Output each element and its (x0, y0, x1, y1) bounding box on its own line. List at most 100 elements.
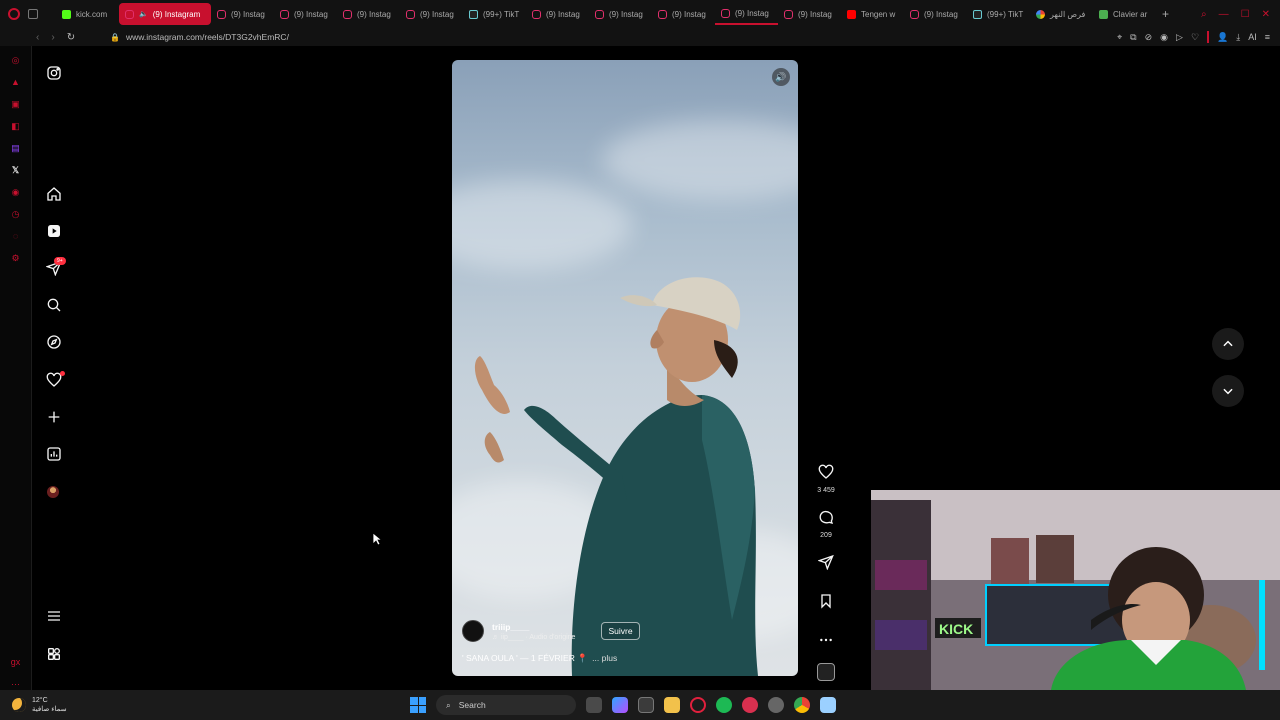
sidebar-twitch-icon[interactable]: ▤ (10, 142, 22, 154)
comment-count: 209 (820, 532, 832, 539)
sidebar-player-icon[interactable]: ◉ (10, 186, 22, 198)
sidebar-messenger-icon[interactable]: ▣ (10, 98, 22, 110)
chrome-icon[interactable] (794, 697, 810, 713)
close-icon[interactable]: ✕ (1262, 9, 1270, 20)
screen: kick.com 🔈 (9) Instagram (9) Instag (9) Inst… (0, 0, 1280, 720)
tab-label: (9) Instag (735, 8, 769, 18)
author-avatar[interactable] (462, 620, 484, 642)
browser-tab[interactable]: (9) Instag (337, 3, 400, 25)
camera-icon[interactable]: ◉ (1160, 32, 1168, 43)
browser-tab[interactable]: 🔈 (9) Instagram (119, 3, 211, 25)
task-view-icon[interactable] (586, 697, 602, 713)
browser-tab[interactable]: (9) Instag (652, 3, 715, 25)
workspaces-icon[interactable] (28, 9, 38, 19)
home-icon[interactable] (46, 186, 62, 202)
sidebar-more-icon[interactable]: ··· (10, 678, 22, 690)
audio-label[interactable]: ♬ iip____ · Audio d'origine (492, 634, 575, 641)
dashboard-icon[interactable] (46, 446, 62, 462)
browser-tab[interactable]: (9) Instag (400, 3, 463, 25)
browser-tab[interactable]: (9) Instag (715, 3, 778, 25)
sidebar-opera-icon[interactable]: ◎ (10, 54, 22, 66)
ai-icon[interactable]: AI (1248, 32, 1257, 42)
browser-tab[interactable]: (99+) TikT (967, 3, 1030, 25)
browser-tab[interactable]: (9) Instag (211, 3, 274, 25)
instagram-icon (343, 9, 352, 19)
browser-tab[interactable]: (9) Instag (589, 3, 652, 25)
reel-actions: 3 459 209 (812, 464, 840, 681)
app-blue-icon[interactable] (820, 697, 836, 713)
bookmark-icon[interactable] (818, 593, 834, 614)
volume-icon[interactable]: 🔊 (772, 68, 790, 86)
copilot-icon[interactable] (612, 697, 628, 713)
taskbar-search[interactable]: ⌕ Search (436, 695, 576, 715)
search-icon[interactable] (46, 297, 62, 313)
browser-tab[interactable]: فرص النهر (1030, 3, 1093, 25)
author-username[interactable]: triiip____ (492, 622, 575, 632)
opera-gx-icon[interactable] (690, 697, 706, 713)
tab-label: kick.com (76, 9, 108, 19)
sidebar-shop-icon[interactable]: ▲ (10, 76, 22, 88)
search-tabs-icon[interactable]: ⌕ (1201, 9, 1207, 20)
opera-menu-icon[interactable] (8, 8, 20, 20)
browser-tab[interactable]: Tengen w (841, 3, 904, 25)
instagram-icon (784, 9, 793, 19)
url-field[interactable]: www.instagram.com/reels/DT3G2vhEmRC/ (126, 32, 1117, 42)
forward-icon[interactable]: › (51, 32, 54, 43)
spotify-icon[interactable] (716, 697, 732, 713)
sidebar-history-icon[interactable]: ◷ (10, 208, 22, 220)
tab-audio-icon[interactable]: 🔈 (139, 10, 148, 18)
sidebar-x-icon[interactable]: 𝕏 (10, 164, 22, 176)
sidebar-bulb-icon[interactable]: ◌ (10, 230, 22, 242)
audio-thumbnail[interactable] (817, 663, 835, 681)
maximize-icon[interactable]: ☐ (1241, 9, 1250, 20)
adblock-icon[interactable]: ⊘ (1145, 32, 1153, 43)
play-icon[interactable]: ▷ (1176, 32, 1183, 43)
settings-app-icon[interactable] (768, 697, 784, 713)
weather-widget[interactable]: 12°C سماء صافية (0, 696, 200, 714)
browser-tab[interactable]: (9) Instag (274, 3, 337, 25)
sidebar-gx-icon[interactable]: gx (10, 656, 22, 668)
profile-icon[interactable]: 👤 (1217, 32, 1228, 43)
reel-video[interactable]: 🔊 triiip____ ♬ iip____ · Audio d'origine… (452, 60, 798, 676)
back-icon[interactable]: ‹ (36, 32, 39, 43)
instagram-logo-icon[interactable] (46, 65, 62, 81)
next-reel-button[interactable] (1212, 375, 1244, 407)
follow-button[interactable]: Suivre (601, 622, 640, 640)
messages-badge: 9+ (54, 257, 66, 265)
more-options-icon[interactable] (818, 632, 834, 653)
windows-start-icon[interactable] (410, 697, 426, 713)
app-red-icon[interactable] (742, 697, 758, 713)
reload-icon[interactable]: ↻ (67, 32, 75, 43)
store-icon[interactable] (638, 697, 654, 713)
new-tab-button[interactable]: + (1156, 7, 1175, 21)
easy-setup-icon[interactable]: ≡ (1265, 32, 1270, 42)
tab-label: (9) Instag (546, 9, 580, 19)
download-icon[interactable]: ⤓ (1236, 32, 1240, 43)
sidebar-app-icon[interactable]: ◧ (10, 120, 22, 132)
comment-icon[interactable] (818, 509, 834, 530)
browser-tab[interactable]: (99+) TikT (463, 3, 526, 25)
browser-tab[interactable]: (9) Instag (904, 3, 967, 25)
pin-icon[interactable]: ⌖ (1117, 32, 1122, 43)
snapshot-icon[interactable]: ⧉ (1130, 32, 1136, 43)
lock-icon[interactable]: 🔒 (110, 33, 120, 42)
file-explorer-icon[interactable] (664, 697, 680, 713)
like-heart-icon[interactable] (818, 464, 834, 485)
tab-label: (9) Instag (231, 9, 265, 19)
caption-more-link[interactable]: ... plus (592, 653, 617, 663)
create-plus-icon[interactable] (46, 409, 62, 425)
bookmark-heart-icon[interactable]: ♡ (1191, 32, 1199, 43)
browser-tab[interactable]: (9) Instag (778, 3, 841, 25)
explore-icon[interactable] (46, 334, 62, 350)
minimize-icon[interactable]: — (1219, 9, 1229, 20)
also-from-meta-icon[interactable] (46, 646, 62, 662)
browser-tab[interactable]: kick.com (56, 3, 119, 25)
reels-icon[interactable] (46, 223, 62, 239)
browser-tab[interactable]: Clavier ar (1093, 3, 1156, 25)
browser-tab[interactable]: (9) Instag (526, 3, 589, 25)
sidebar-settings-icon[interactable]: ⚙ (10, 252, 22, 264)
profile-avatar[interactable] (47, 486, 59, 498)
previous-reel-button[interactable] (1212, 328, 1244, 360)
more-menu-icon[interactable] (46, 608, 62, 624)
share-icon[interactable] (817, 554, 834, 575)
